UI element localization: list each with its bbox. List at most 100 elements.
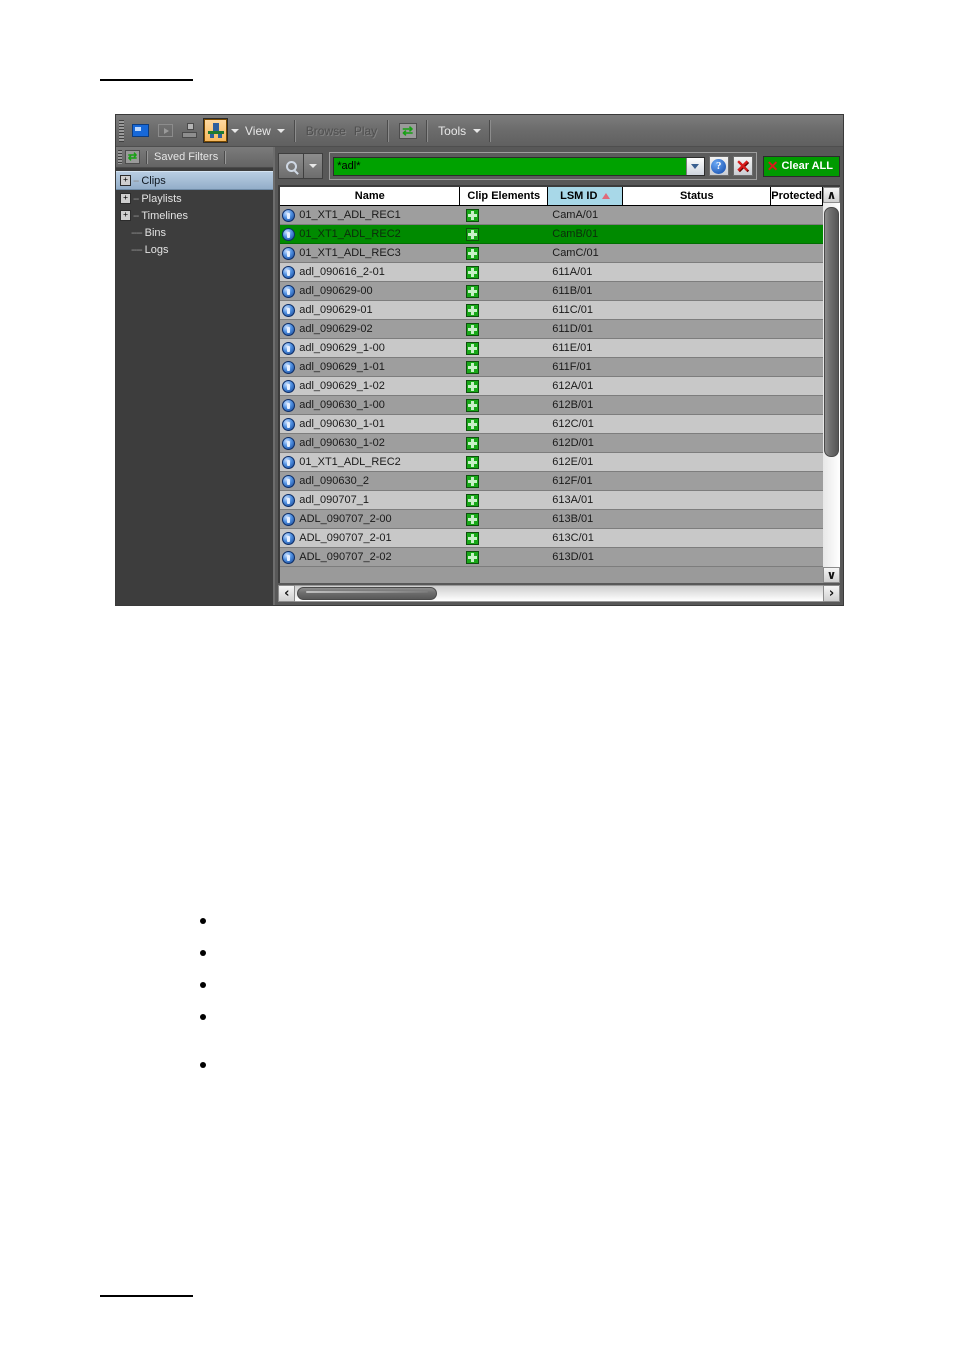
table-row[interactable]: adl_090630_2 612F/01 [280, 472, 823, 491]
cell-name: 01_XT1_ADL_REC3 [280, 246, 460, 260]
scroll-right-button[interactable]: › [823, 585, 840, 602]
column-header-protected[interactable]: Protected [771, 187, 823, 206]
search-button[interactable] [278, 153, 305, 179]
clip-name-label: adl_090629_1-02 [299, 380, 385, 392]
clip-icon [282, 550, 296, 564]
expand-icon[interactable]: + [120, 193, 131, 204]
clip-name-label: 01_XT1_ADL_REC2 [299, 456, 401, 468]
monitor-icon-button[interactable] [129, 119, 152, 142]
cell-clip-elements [460, 398, 548, 412]
clip-element-icon [466, 303, 480, 317]
cell-lsm-id: 613A/01 [552, 494, 594, 506]
export-icon [182, 123, 199, 138]
table-row[interactable]: 01_XT1_ADL_REC2 CamB/01 [280, 225, 823, 244]
export-icon-button[interactable] [179, 119, 202, 142]
table-row[interactable]: ADL_090707_2-02 613D/01 [280, 548, 823, 567]
column-header-clip-elements[interactable]: Clip Elements [460, 187, 549, 206]
toolbar-grip[interactable] [119, 119, 124, 142]
sidebar-item-bins[interactable]: ---- Bins [116, 224, 273, 241]
table-row[interactable]: adl_090616_2-01 611A/01 [280, 263, 823, 282]
refresh-icon[interactable]: ⇄ [125, 150, 140, 164]
cell-clip-elements [460, 512, 548, 526]
view-dropdown-button[interactable] [275, 121, 288, 141]
cell-clip-elements [460, 455, 548, 469]
search-combobox[interactable]: *adl* [333, 156, 705, 176]
clip-tool-dropdown-button[interactable] [228, 121, 241, 141]
clear-all-label: Clear ALL [781, 160, 833, 172]
table-row[interactable]: adl_090629-00 611B/01 [280, 282, 823, 301]
clear-all-button[interactable]: ✕ Clear ALL [762, 155, 840, 177]
clip-icon [282, 531, 296, 545]
table-row[interactable]: adl_090630_1-01 612C/01 [280, 415, 823, 434]
table-row[interactable]: ADL_090707_2-00 613B/01 [280, 510, 823, 529]
scroll-down-button[interactable]: ∨ [823, 567, 840, 583]
clear-search-button[interactable]: ✕ [732, 156, 753, 176]
refresh-icon: ⇄ [398, 122, 417, 139]
cell-clip-elements [460, 493, 548, 507]
clip-name-label: 01_XT1_ADL_REC1 [299, 209, 401, 221]
cell-lsm-id: 611A/01 [552, 266, 593, 278]
clip-element-icon [466, 474, 480, 488]
sidebar-item-timelines[interactable]: + -- Timelines [116, 207, 273, 224]
view-menu[interactable]: View [241, 124, 275, 138]
column-header-status[interactable]: Status [623, 187, 772, 206]
cell-lsm-id: 611D/01 [552, 323, 594, 335]
tree-connector: -- [133, 174, 139, 187]
cell-lsm-id: 613C/01 [552, 532, 594, 544]
clip-name-label: adl_090630_1-02 [299, 437, 385, 449]
search-input[interactable]: *adl* [334, 157, 686, 175]
vertical-scrollbar[interactable]: ∧ ∨ [823, 185, 840, 583]
table-row[interactable]: 01_XT1_ADL_REC2 612E/01 [280, 453, 823, 472]
browse-button[interactable]: Browse [302, 124, 350, 138]
sidebar-item-clips[interactable]: + -- Clips [116, 171, 274, 190]
table-row[interactable]: 01_XT1_ADL_REC3 CamC/01 [280, 244, 823, 263]
table-row[interactable]: adl_090629_1-01 611F/01 [280, 358, 823, 377]
search-options-dropdown[interactable] [304, 153, 324, 179]
vertical-scroll-track[interactable] [823, 203, 840, 567]
horizontal-scrollbar[interactable]: ‹ › [278, 585, 840, 602]
clip-name-label: adl_090630_2 [299, 475, 369, 487]
horizontal-scroll-thumb[interactable] [297, 587, 438, 600]
scroll-up-button[interactable]: ∧ [823, 187, 840, 203]
column-header-lsm-id[interactable]: LSM ID [548, 187, 624, 206]
refresh-button[interactable]: ⇄ [396, 119, 419, 142]
table-row[interactable]: adl_090629-02 611D/01 [280, 320, 823, 339]
clip-grid-header: Name Clip Elements LSM ID Status Protect… [280, 187, 823, 206]
horizontal-scroll-track[interactable] [295, 585, 823, 602]
cell-lsm-id: 613B/01 [552, 513, 594, 525]
sidebar-item-logs[interactable]: ---- Logs [116, 241, 273, 258]
search-history-dropdown-button[interactable] [685, 157, 704, 175]
table-row[interactable]: adl_090630_1-02 612D/01 [280, 434, 823, 453]
expand-icon[interactable]: + [120, 175, 131, 186]
table-row[interactable]: adl_090707_1 613A/01 [280, 491, 823, 510]
clip-element-icon [466, 246, 480, 260]
cell-name: ADL_090707_2-00 [280, 512, 460, 526]
tools-dropdown-button[interactable] [470, 121, 483, 141]
tools-menu[interactable]: Tools [434, 124, 470, 138]
tree-connector: ---- [131, 226, 143, 239]
search-help-button[interactable]: ? [708, 156, 729, 176]
iptv-clip-browser-window: View Browse Play ⇄ Tools ⇄ Saved Filters [115, 114, 844, 606]
table-row[interactable]: 01_XT1_ADL_REC1 CamA/01 [280, 206, 823, 225]
clip-icon [282, 303, 296, 317]
cell-clip-elements [460, 360, 548, 374]
scroll-left-button[interactable]: ‹ [278, 585, 296, 602]
panel-grip[interactable] [118, 150, 122, 164]
table-row[interactable]: adl_090630_1-00 612B/01 [280, 396, 823, 415]
clip-grid-columns: Name Clip Elements LSM ID Status Protect… [278, 185, 823, 583]
table-row[interactable]: ADL_090707_2-01 613C/01 [280, 529, 823, 548]
table-row[interactable]: adl_090629_1-02 612A/01 [280, 377, 823, 396]
clip-tool-icon-button[interactable] [203, 118, 228, 143]
vertical-scroll-thumb[interactable] [824, 207, 839, 457]
tree-connector: ---- [131, 243, 143, 256]
table-row[interactable]: adl_090629-01 611C/01 [280, 301, 823, 320]
table-row[interactable]: adl_090629_1-00 611E/01 [280, 339, 823, 358]
play-box-icon-button[interactable] [154, 119, 177, 142]
cell-lsm-id: 612C/01 [552, 418, 594, 430]
play-box-icon [158, 124, 173, 137]
play-button[interactable]: Play [350, 124, 381, 138]
chevron-down-icon [230, 128, 239, 133]
column-header-name[interactable]: Name [280, 187, 461, 206]
expand-icon[interactable]: + [120, 210, 131, 221]
sidebar-item-playlists[interactable]: + -- Playlists [116, 190, 273, 207]
